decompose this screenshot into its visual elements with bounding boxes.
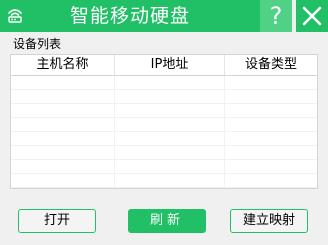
column-divider <box>224 76 225 188</box>
empty-row <box>11 118 317 132</box>
help-button[interactable]: ? <box>260 0 292 32</box>
empty-row <box>11 174 317 188</box>
empty-row <box>11 160 317 174</box>
open-button[interactable]: 打开 <box>18 209 96 233</box>
close-button[interactable] <box>296 0 328 32</box>
refresh-button[interactable]: 刷新 <box>128 209 206 233</box>
app-window: 智能移动硬盘 ? 设备列表 主机名称 IP地址 设备类型 打开 刷新 建立映射 <box>0 0 328 245</box>
list-body[interactable] <box>11 76 317 188</box>
window-title: 智能移动硬盘 <box>69 5 190 27</box>
list-header: 主机名称 IP地址 设备类型 <box>11 55 317 76</box>
column-header-hostname[interactable]: 主机名称 <box>11 55 115 75</box>
column-divider <box>114 76 115 188</box>
column-header-device-type[interactable]: 设备类型 <box>225 55 317 75</box>
empty-row <box>11 132 317 146</box>
empty-row <box>11 146 317 160</box>
empty-row <box>11 76 317 90</box>
empty-row <box>11 104 317 118</box>
create-mapping-button[interactable]: 建立映射 <box>230 209 308 233</box>
device-list[interactable]: 主机名称 IP地址 设备类型 <box>10 54 318 189</box>
empty-row <box>11 90 317 104</box>
title-bar: 智能移动硬盘 ? <box>0 0 328 32</box>
device-list-label: 设备列表 <box>13 37 62 51</box>
column-header-ip[interactable]: IP地址 <box>115 55 225 75</box>
help-icon: ? <box>269 2 283 30</box>
close-icon <box>302 6 322 26</box>
